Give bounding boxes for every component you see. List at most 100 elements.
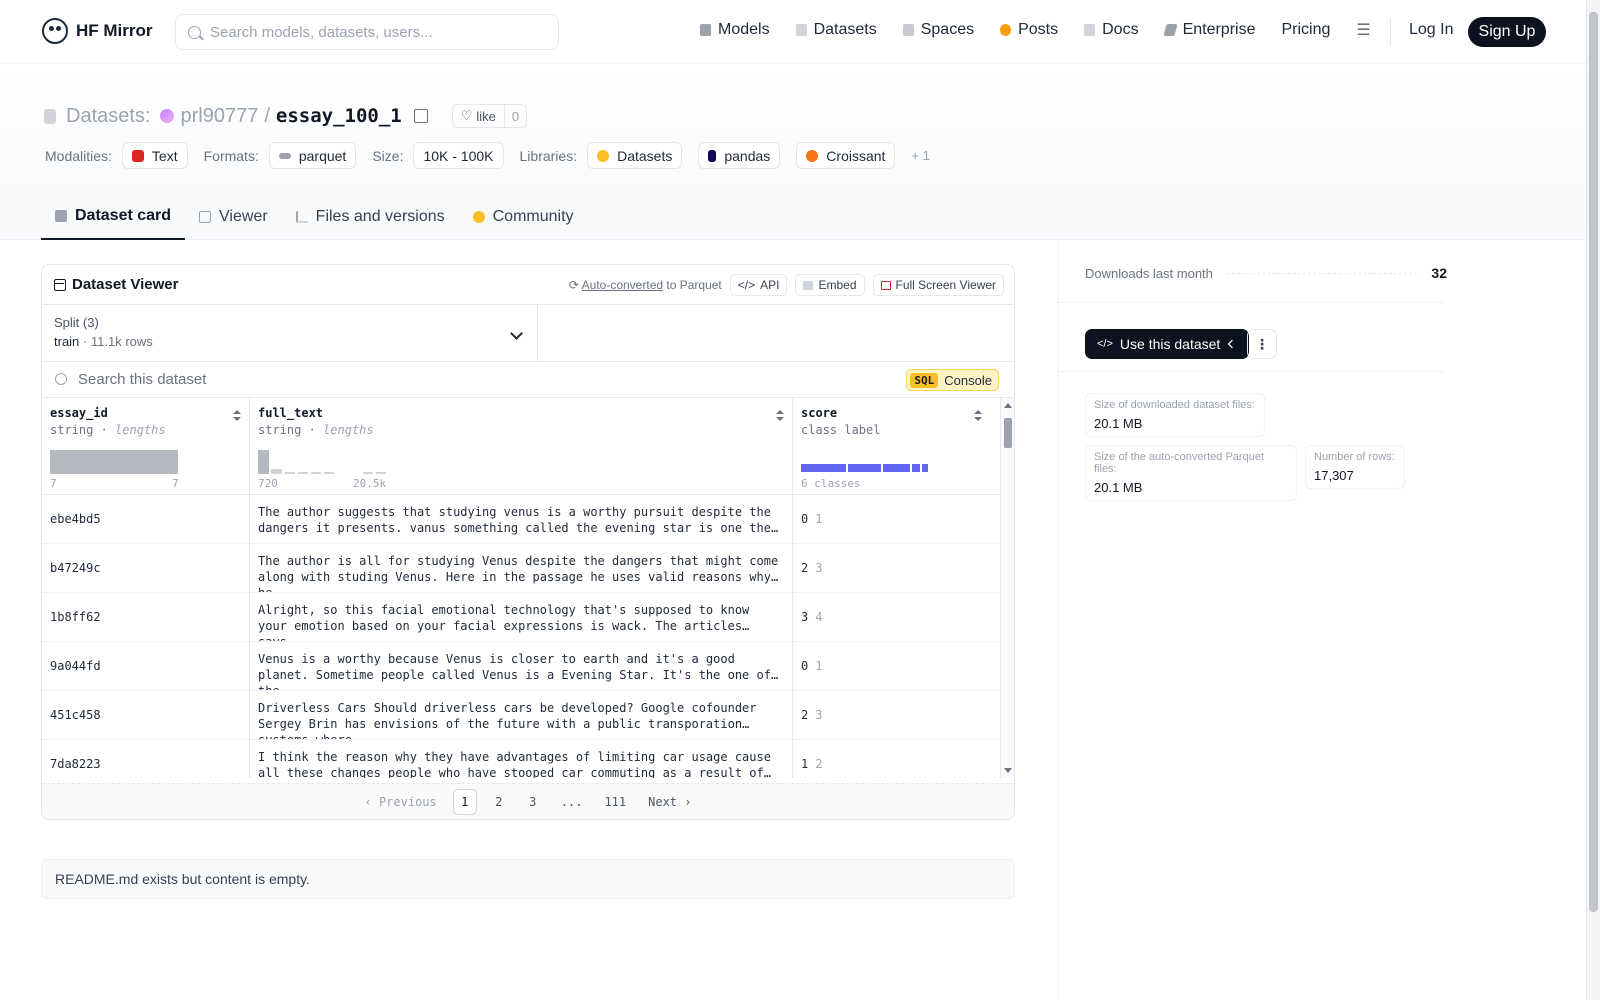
nav-docs[interactable]: Docs: [1084, 21, 1139, 39]
column-header-score[interactable]: score class label 6 classes: [793, 398, 1002, 494]
modality-chip[interactable]: Text: [121, 142, 188, 169]
tab-files[interactable]: Files and versions: [282, 194, 459, 240]
size-value: 10K - 100K: [423, 147, 494, 164]
like-button[interactable]: ♡ like 0: [451, 104, 528, 128]
hist-bar: [50, 450, 178, 474]
page-button-1[interactable]: 1: [452, 788, 477, 815]
cell-full-text[interactable]: The author suggests that studying venus …: [250, 495, 793, 543]
table-scrollbar[interactable]: [1000, 398, 1014, 778]
library-label: pandas: [724, 147, 771, 164]
dataset-search-input[interactable]: [78, 371, 778, 388]
libraries-more[interactable]: + 1: [911, 148, 929, 163]
nav-models[interactable]: Models: [700, 21, 770, 39]
signup-button[interactable]: Sign Up: [1468, 17, 1546, 47]
cell-score[interactable]: 23: [793, 544, 1002, 592]
nav-datasets[interactable]: Datasets: [795, 21, 877, 39]
embed-icon: [803, 280, 814, 290]
search-icon: [188, 26, 201, 39]
cell-essay-id[interactable]: 7da8223: [42, 740, 250, 778]
tab-dataset-card[interactable]: Dataset card: [41, 194, 186, 240]
global-search-input[interactable]: [210, 23, 540, 41]
embed-button[interactable]: Embed: [795, 274, 865, 296]
library-chip-croissant[interactable]: Croissant: [796, 142, 896, 169]
page-button-last[interactable]: 111: [598, 789, 632, 815]
format-chip[interactable]: parquet: [268, 142, 357, 169]
table-row[interactable]: 9a044fd Venus is a worthy because Venus i…: [42, 642, 1014, 691]
modalities-label: Modalities:: [45, 147, 112, 164]
table-row[interactable]: ebe4bd5 The author suggests that studying…: [42, 495, 1014, 544]
cell-score[interactable]: 12: [793, 740, 1002, 778]
cell-score[interactable]: 23: [793, 691, 1002, 739]
cell-score[interactable]: 01: [793, 495, 1002, 543]
global-search[interactable]: [175, 14, 559, 50]
nav-posts[interactable]: Posts: [1000, 21, 1058, 39]
nav-spaces[interactable]: Spaces: [902, 21, 974, 39]
sql-console-button[interactable]: SQL Console: [906, 369, 999, 391]
dataset-viewer: Dataset Viewer ⟳ Auto-converted to Parqu…: [41, 264, 1015, 820]
nav-enterprise[interactable]: Enterprise: [1162, 21, 1255, 39]
cell-essay-id[interactable]: 451c458: [42, 691, 250, 739]
dataset-search[interactable]: SQL Console: [42, 362, 1014, 398]
cell-full-text[interactable]: I think the reason why they have advanta…: [250, 740, 793, 778]
code-icon: </>: [1097, 338, 1113, 350]
sort-icon[interactable]: [974, 410, 982, 422]
viewer-actions: ⟳ Auto-converted to Parquet </> API Embed…: [569, 274, 1004, 296]
auto-converted-link[interactable]: Auto-converted: [582, 278, 663, 292]
size-chip[interactable]: 10K - 100K: [413, 142, 504, 169]
cell-essay-id[interactable]: b47249c: [42, 544, 250, 592]
table-row[interactable]: 1b8ff62 Alright, so this facial emotional…: [42, 593, 1014, 642]
pandas-icon: [708, 149, 717, 162]
page-button-3[interactable]: 3: [521, 789, 545, 815]
cell-essay-id[interactable]: 1b8ff62: [42, 593, 250, 641]
cell-full-text[interactable]: Venus is a worthy because Venus is close…: [250, 642, 793, 690]
breadcrumb-owner[interactable]: prl90777: [180, 105, 258, 128]
more-menu-icon[interactable]: ☰: [1356, 20, 1370, 40]
cell-full-text[interactable]: Alright, so this facial emotional techno…: [250, 593, 793, 641]
viewer-title: Dataset Viewer: [72, 276, 179, 293]
next-page-button[interactable]: Next ›: [642, 789, 697, 815]
dataset-tabs: Dataset card Viewer Files and versions C…: [41, 194, 588, 240]
brand-logo[interactable]: HF Mirror: [42, 18, 153, 44]
score-value: 0: [801, 512, 809, 526]
scroll-up-icon[interactable]: [1004, 403, 1012, 408]
cell-essay-id[interactable]: ebe4bd5: [42, 495, 250, 543]
table-body: ebe4bd5 The author suggests that studying…: [42, 495, 1014, 778]
cell-score[interactable]: 01: [793, 642, 1002, 690]
sort-icon[interactable]: [233, 410, 241, 422]
page-scroll-thumb[interactable]: [1589, 12, 1598, 912]
cell-essay-id[interactable]: 9a044fd: [42, 642, 250, 690]
previous-page-button[interactable]: ‹ Previous: [359, 789, 443, 815]
library-chip-datasets[interactable]: Datasets: [587, 142, 683, 169]
hist-min: 720: [258, 477, 278, 490]
scroll-thumb[interactable]: [1004, 418, 1012, 448]
downloads-label: Downloads last month: [1085, 265, 1213, 281]
column-header-essay-id[interactable]: essay_id string · lengths 7 7: [42, 398, 250, 494]
cell-full-text[interactable]: The author is all for studying Venus des…: [250, 544, 793, 592]
parquet-icon: [278, 152, 291, 159]
tab-community[interactable]: Community: [459, 194, 588, 240]
cell-score[interactable]: 34: [793, 593, 1002, 641]
fullscreen-button[interactable]: Full Screen Viewer: [872, 274, 1004, 296]
breadcrumb-section[interactable]: Datasets:: [66, 105, 150, 128]
column-header-full-text[interactable]: full_text string · lengths 720 20.5k: [250, 398, 793, 494]
split-selector[interactable]: Split (3) train · 11.1k rows: [42, 305, 538, 361]
sort-icon[interactable]: [776, 410, 784, 422]
table-row[interactable]: b47249c The author is all for studying Ve…: [42, 544, 1014, 593]
table-row[interactable]: 451c458 Driverless Cars Should driverless…: [42, 691, 1014, 740]
tab-viewer[interactable]: Viewer: [185, 194, 282, 240]
use-dataset-button[interactable]: </> Use this dataset: [1085, 329, 1250, 359]
library-chip-pandas[interactable]: pandas: [698, 142, 781, 169]
api-button[interactable]: </> API: [729, 274, 788, 296]
table-row[interactable]: 7da8223 I think the reason why they have …: [42, 740, 1014, 778]
scroll-down-icon[interactable]: [1004, 768, 1012, 773]
nav-pricing[interactable]: Pricing: [1281, 21, 1330, 39]
page-button-2[interactable]: 2: [487, 789, 511, 815]
page-scrollbar[interactable]: [1586, 0, 1600, 1000]
embed-label: Embed: [818, 278, 857, 292]
login-link[interactable]: Log In: [1409, 21, 1453, 39]
more-options-icon[interactable]: ⋮: [1247, 329, 1277, 359]
copy-icon[interactable]: [413, 109, 428, 123]
cell-full-text[interactable]: Driverless Cars Should driverless cars b…: [250, 691, 793, 739]
cube-icon: [55, 210, 67, 222]
dataset-name[interactable]: essay_100_1: [276, 105, 402, 127]
